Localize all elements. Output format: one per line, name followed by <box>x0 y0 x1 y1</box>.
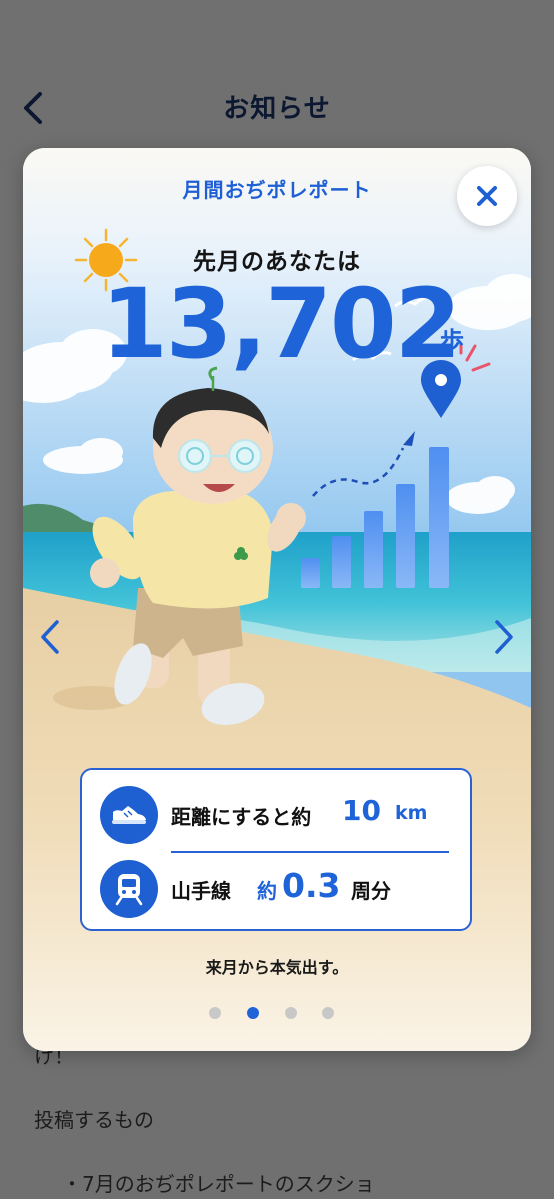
distance-unit: km <box>395 802 428 824</box>
next-slide-button[interactable] <box>487 614 521 660</box>
yamanote-unit: 周分 <box>351 879 391 903</box>
yamanote-row: 山手線 約 0.3 周分 <box>100 860 456 918</box>
distance-value: 10 <box>342 794 381 827</box>
sneaker-icon <box>100 786 158 844</box>
steps-value: 13,702 <box>101 268 461 380</box>
close-button[interactable] <box>457 166 517 226</box>
background-text-line: 投稿するもの <box>34 1108 154 1132</box>
steps-unit: 歩 <box>440 327 464 355</box>
divider <box>171 851 449 853</box>
pagination-dots <box>209 1007 349 1019</box>
pagination-dot-active[interactable] <box>247 1007 259 1019</box>
chevron-right-icon <box>495 620 513 654</box>
chevron-left-icon <box>41 620 59 654</box>
report-modal: 月間おぢポレポート 先月のあなたは 13,702 歩 距離にすると約 10 km… <box>23 148 531 1051</box>
page-header: お知らせ <box>0 0 554 150</box>
distance-label: 距離にすると約 <box>171 805 312 829</box>
pagination-dot[interactable] <box>209 1007 221 1019</box>
prev-slide-button[interactable] <box>33 614 67 660</box>
modal-title: 月間おぢポレポート <box>182 178 372 202</box>
train-icon <box>100 860 158 918</box>
pagination-dot[interactable] <box>285 1007 297 1019</box>
close-icon <box>477 186 497 206</box>
page-title: お知らせ <box>223 94 331 124</box>
background-text-line: ・7月のおぢポレポートのスクショ <box>62 1172 375 1196</box>
stats-card: 距離にすると約 10 km 山手線 約 0.3 周分 <box>80 768 472 931</box>
caption-text: 来月から本気出す。 <box>205 958 349 977</box>
yamanote-prefix: 約 <box>257 879 277 903</box>
yamanote-value: 0.3 <box>282 866 341 905</box>
yamanote-label: 山手線 <box>171 879 231 903</box>
pagination-dot[interactable] <box>322 1007 334 1019</box>
distance-row: 距離にすると約 10 km <box>100 786 456 844</box>
